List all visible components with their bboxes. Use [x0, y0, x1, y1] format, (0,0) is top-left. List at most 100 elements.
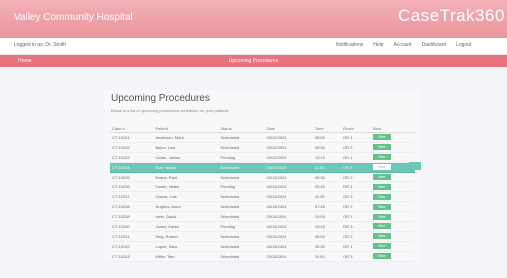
table-cell: Foster, Helen: [153, 181, 219, 193]
top-header: Valley Community Hospital CaseTrak360: [0, 0, 507, 39]
table-cell: Lopez, Sara: [153, 241, 219, 252]
table-cell: Scheduled: [218, 162, 265, 173]
table-cell: Scheduled: [218, 201, 265, 213]
page-subtitle: Below is a list of upcoming procedures s…: [111, 108, 230, 113]
logout-link[interactable]: Logout: [456, 42, 471, 48]
table-cell: CT-10233: [110, 152, 154, 163]
table-row[interactable]: CT-10231 Anderson, Mark Scheduled 03/12/202…: [110, 132, 415, 143]
view-button[interactable]: View: [372, 154, 391, 161]
brand-name: CaseTrak360: [398, 6, 505, 25]
table-cell: CT-10236: [110, 181, 154, 193]
dashboard-link[interactable]: Dashboard: [422, 42, 446, 48]
table-cell: OR 3: [341, 191, 371, 203]
table-cell: 03/15/2024: [264, 251, 313, 262]
table-cell: OR 1: [341, 181, 371, 193]
table-cell: OR 1: [341, 152, 371, 163]
user-links: Notifications Help Account Dashboard Log…: [336, 42, 471, 48]
view-cell: View: [370, 241, 415, 252]
view-button[interactable]: View: [372, 193, 391, 200]
brand-logo[interactable]: CaseTrak360: [398, 6, 505, 26]
view-button[interactable]: View: [372, 164, 391, 171]
table-row[interactable]: CT-10234 Diaz, Maria Scheduled 03/12/2024 11…: [110, 162, 415, 173]
view-cell: View: [370, 231, 415, 242]
table-cell: OR 2: [341, 172, 371, 183]
table-cell: 11:00: [312, 162, 342, 173]
view-button[interactable]: View: [372, 183, 391, 190]
table-cell: 11:00: [312, 251, 342, 262]
column-header[interactable]: Time: [312, 125, 342, 133]
table-cell: 03/14/2024: [264, 221, 313, 232]
table-cell: Hughes, Anna: [153, 201, 219, 213]
table-cell: 03/12/2024: [264, 132, 313, 143]
view-button[interactable]: View: [372, 253, 391, 260]
table-cell: 03/13/2024: [264, 191, 313, 203]
view-button[interactable]: View: [372, 174, 391, 180]
account-link[interactable]: Account: [394, 42, 412, 48]
table-cell: 03/12/2024: [264, 142, 313, 153]
column-header: View: [370, 125, 415, 133]
column-header[interactable]: Patient: [153, 125, 219, 133]
notifications-link[interactable]: Notifications: [336, 42, 363, 48]
view-button[interactable]: View: [372, 213, 391, 220]
table-cell: Irwin, David: [153, 211, 219, 223]
section-bar: Home Upcoming Procedures: [0, 55, 507, 67]
table-row[interactable]: CT-10241 King, Robert Scheduled 03/15/2024 0…: [110, 231, 415, 242]
table-cell: 03/13/2024: [264, 172, 313, 183]
table-cell: Scheduled: [218, 211, 265, 223]
view-button[interactable]: View: [372, 223, 391, 230]
table-row[interactable]: CT-10235 Evans, Paul Scheduled 03/13/2024 08…: [110, 172, 415, 183]
table-cell: OR 1: [341, 241, 371, 252]
table-cell: Scheduled: [218, 172, 265, 183]
table-cell: Scheduled: [218, 251, 265, 262]
view-button[interactable]: View: [372, 243, 391, 250]
view-cell: View: [370, 221, 415, 232]
table-cell: Pending: [218, 221, 265, 232]
table-cell: CT-10239: [110, 211, 154, 223]
login-status: Logged in as: Dr. Smith: [14, 42, 66, 48]
table-cell: CT-10243: [110, 251, 154, 262]
table-cell: OR 1: [341, 211, 371, 223]
view-cell: View: [370, 142, 415, 153]
column-header[interactable]: Case #: [110, 125, 154, 133]
table-cell: 03/12/2024: [264, 162, 313, 173]
table-cell: OR 2: [341, 201, 371, 213]
view-button[interactable]: View: [372, 144, 391, 151]
table-cell: 03/13/2024: [264, 181, 313, 193]
column-header[interactable]: Date: [264, 125, 313, 133]
table-row[interactable]: CT-10237 Garcia, Luis Scheduled 03/13/2024 1…: [110, 191, 415, 203]
user-bar: Logged in as: Dr. Smith Notifications He…: [0, 38, 507, 55]
table-row[interactable]: CT-10232 Baker, Lisa Scheduled 03/12/2024 09…: [110, 142, 415, 153]
view-cell: View: [370, 172, 415, 183]
table-row[interactable]: CT-10233 Carter, James Pending 03/12/2024 10…: [110, 152, 415, 163]
table-cell: Jones, Karen: [153, 221, 219, 232]
column-header[interactable]: Status: [218, 125, 265, 133]
table-cell: Anderson, Mark: [153, 132, 219, 143]
table-cell: 03/14/2024: [264, 201, 313, 213]
table-row[interactable]: CT-10240 Jones, Karen Pending 03/14/2024 13:…: [110, 221, 415, 232]
table-cell: 03/14/2024: [264, 211, 313, 223]
table-cell: Pending: [218, 181, 265, 193]
table-row[interactable]: CT-10236 Foster, Helen Pending 03/13/2024 09…: [110, 181, 415, 193]
table-cell: 03/12/2024: [264, 152, 313, 163]
table-row[interactable]: CT-10239 Irwin, David Scheduled 03/14/2024 1…: [110, 211, 415, 223]
section-title: Upcoming Procedures: [228, 58, 279, 64]
table-cell: Garcia, Luis: [153, 191, 219, 203]
view-cell: View: [370, 181, 415, 193]
table-row[interactable]: CT-10238 Hughes, Anna Scheduled 03/14/2024 0…: [110, 201, 415, 213]
row-selection-indicator: [409, 162, 421, 170]
table-cell: CT-10242: [110, 241, 154, 252]
view-button[interactable]: View: [372, 233, 391, 240]
view-cell: View: [370, 152, 415, 163]
help-link[interactable]: Help: [373, 42, 383, 48]
table-row[interactable]: CT-10242 Lopez, Sara Scheduled 03/15/2024 09…: [110, 241, 415, 252]
column-header[interactable]: Room: [341, 125, 371, 133]
view-button[interactable]: View: [372, 203, 391, 210]
table-cell: CT-10237: [110, 191, 154, 203]
table-cell: CT-10241: [110, 231, 154, 242]
table-row[interactable]: CT-10243 Miller, Tom Scheduled 03/15/2024 11…: [110, 251, 415, 262]
table-cell: 09:30: [312, 241, 342, 252]
table-cell: 11:30: [312, 191, 342, 203]
table-header-row: Case # Patient Status Date Time Room Vie…: [110, 125, 415, 133]
view-button[interactable]: View: [372, 134, 391, 141]
table-cell: Pending: [218, 152, 265, 163]
